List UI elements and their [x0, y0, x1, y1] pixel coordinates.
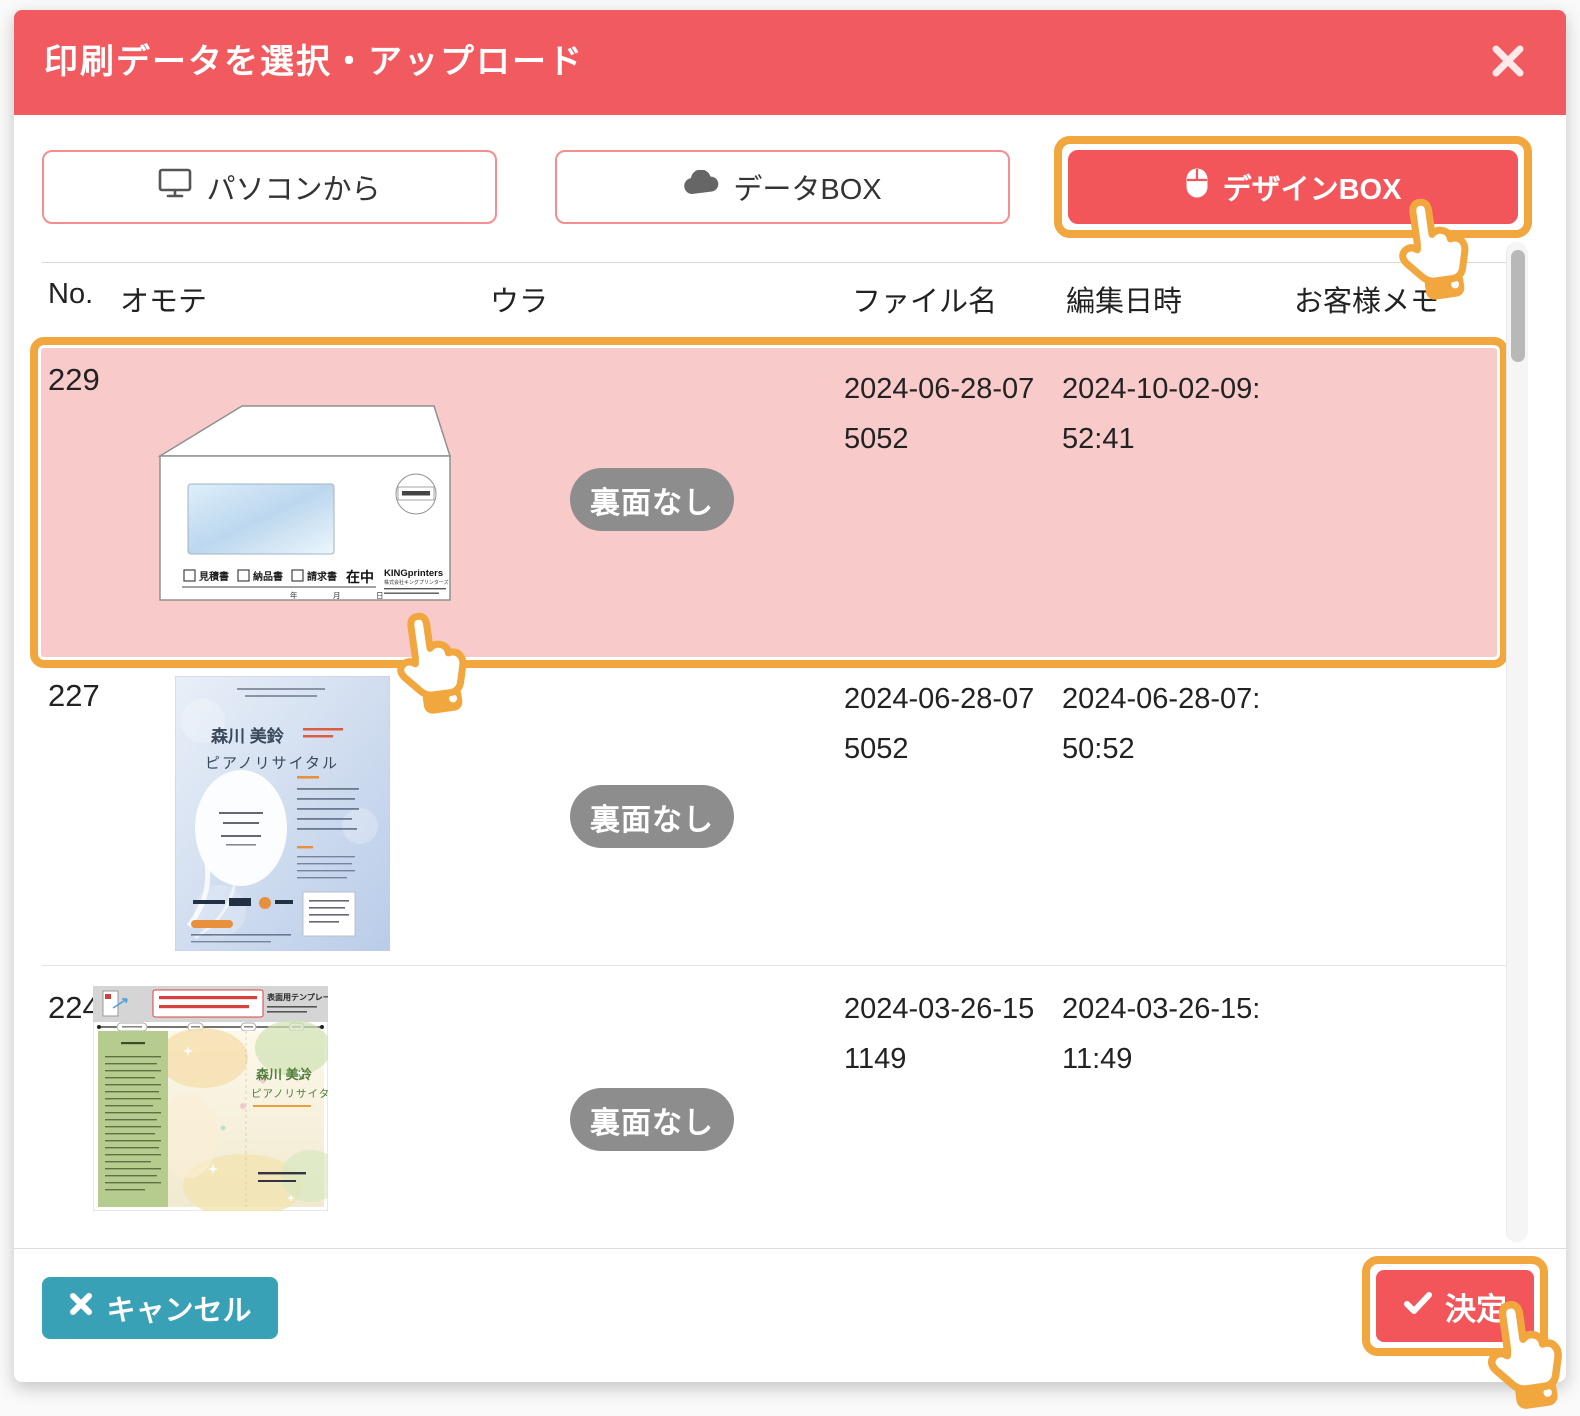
monitor-icon: [158, 168, 192, 206]
footer-divider: [14, 1248, 1566, 1249]
no-backside-badge: 裏面なし: [570, 468, 734, 531]
dialog-header: 印刷データを選択・アップロード: [14, 10, 1566, 115]
file-name: 2024-06-28-075052: [844, 373, 1035, 455]
close-button[interactable]: [1484, 38, 1532, 86]
column-header-memo: お客様メモ: [1294, 286, 1440, 318]
scrollbar-thumb[interactable]: [1511, 250, 1525, 362]
flyer-green-thumbnail: 表面用テンプレート: [92, 985, 341, 1218]
scrollbar-track[interactable]: [1506, 242, 1528, 1242]
file-name: 2024-03-26-151149: [844, 993, 1035, 1075]
mouse-icon: [1185, 167, 1209, 207]
file-name: 2024-06-28-075052: [844, 683, 1035, 765]
row-number: 224: [48, 990, 100, 1025]
template-header-label: 表面用テンプレート: [266, 992, 328, 1002]
cloud-icon: [683, 169, 719, 204]
envelope-checkbox-label: 見積書: [198, 570, 229, 583]
row-number: 229: [48, 362, 100, 397]
flyer-subtitle: ピアノリサイタル: [205, 755, 339, 772]
tab-label: パソコンから: [206, 174, 381, 206]
envelope-brand: KINGprinters: [384, 568, 443, 579]
column-header-no: No.: [48, 278, 94, 310]
tab-design-box[interactable]: デザインBOX: [1068, 150, 1518, 224]
envelope-checkbox-label: 請求書: [307, 570, 337, 583]
flyer-title: 森川 美鈴: [211, 726, 285, 746]
no-backside-badge: 裏面なし: [570, 785, 734, 848]
tab-data-box[interactable]: データBOX: [555, 150, 1010, 224]
tab-label: データBOX: [733, 174, 882, 206]
envelope-enclosed-label: 在中: [346, 569, 374, 585]
check-icon: [1403, 1288, 1433, 1324]
row-number: 227: [48, 678, 100, 713]
edited-at: 2024-06-28-07:50:52: [1062, 683, 1261, 765]
column-header-back: ウラ: [490, 286, 549, 318]
upload-dialog: 印刷データを選択・アップロード パソコンから データBOX デザインBOX No…: [14, 10, 1566, 1382]
table-header-divider: [42, 262, 1506, 263]
edited-at: 2024-03-26-15:11:49: [1062, 993, 1261, 1075]
cancel-label: キャンセル: [106, 1295, 252, 1327]
tab-label: デザインBOX: [1222, 174, 1402, 206]
flyer-blue-thumbnail: 森川 美鈴 ピアノリサイタル: [174, 675, 391, 956]
page: 印刷データを選択・アップロード パソコンから データBOX デザインBOX No…: [0, 0, 1580, 1416]
column-header-front: オモテ: [120, 286, 208, 318]
dialog-title: 印刷データを選択・アップロード: [44, 43, 584, 81]
row-divider: [42, 965, 1506, 966]
confirm-highlight: 決定: [1362, 1256, 1548, 1356]
flyer-subtitle: ピアノリサイタル: [251, 1088, 328, 1100]
envelope-company: 株式会社キングプリンターズ: [384, 579, 449, 586]
column-header-edited: 編集日時: [1066, 286, 1183, 318]
design-box-highlight: デザインBOX: [1054, 136, 1532, 238]
close-icon: [1488, 45, 1528, 84]
envelope-thumbnail: 見積書 納品書 請求書 在中 年 月 日 KINGprinters 株式会社キン…: [150, 400, 460, 611]
cancel-button[interactable]: キャンセル: [42, 1277, 278, 1339]
confirm-button[interactable]: 決定: [1376, 1270, 1534, 1342]
column-header-filename: ファイル名: [852, 286, 998, 318]
flyer-title: 森川 美鈴: [256, 1067, 313, 1082]
envelope-checkbox-label: 納品書: [253, 570, 283, 583]
tab-from-pc[interactable]: パソコンから: [42, 150, 497, 224]
envelope-date-line: 年 月 日: [290, 590, 398, 600]
confirm-label: 決定: [1445, 1291, 1507, 1327]
edited-at: 2024-10-02-09:52:41: [1062, 373, 1261, 455]
no-backside-badge: 裏面なし: [570, 1088, 734, 1151]
x-icon: [68, 1291, 94, 1325]
